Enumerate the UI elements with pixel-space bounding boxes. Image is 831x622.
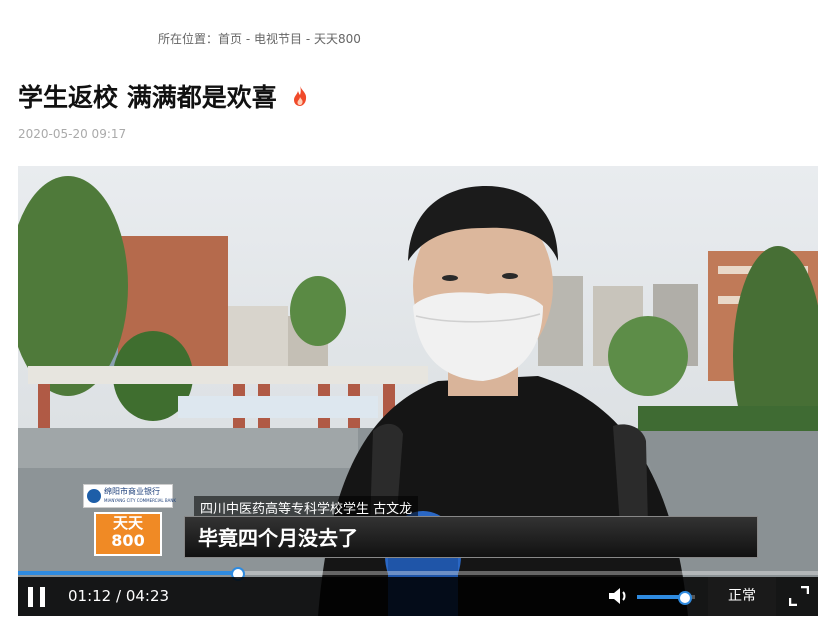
article-title: 学生返校 满满都是欢喜: [18, 83, 277, 112]
publish-datetime: 2020-05-20 09:17: [18, 127, 127, 141]
breadcrumb-home-link[interactable]: 首页: [218, 32, 242, 46]
volume-handle[interactable]: [678, 591, 693, 605]
article-title-row: 学生返校 满满都是欢喜: [18, 78, 309, 114]
time-separator: /: [111, 587, 126, 605]
subtitle-text: 毕竟四个月没去了: [198, 526, 358, 550]
duration: 04:23: [125, 587, 170, 605]
bank-logo-english: MIANYANG CITY COMMERCIAL BANK: [104, 498, 176, 503]
breadcrumb-current-link[interactable]: 天天800: [314, 32, 361, 46]
bank-sponsor-logo: 绵阳市商业银行 MIANYANG CITY COMMERCIAL BANK: [83, 484, 176, 508]
breadcrumb: 所在位置：首页 - 电视节目 - 天天800: [158, 30, 361, 47]
breadcrumb-separator: -: [242, 32, 254, 46]
breadcrumb-section-link[interactable]: 电视节目: [254, 32, 302, 46]
show-logo: 天天 800: [94, 512, 162, 556]
show-logo-number: 800: [111, 531, 145, 550]
flame-icon: [293, 86, 306, 106]
bank-logo-text: 绵阳市商业银行 MIANYANG CITY COMMERCIAL BANK: [104, 487, 176, 505]
bank-logo-name: 绵阳市商业银行: [104, 487, 160, 496]
show-logo-name: 天天: [112, 514, 143, 532]
breadcrumb-separator: -: [302, 32, 314, 46]
current-time: 01:12: [68, 587, 112, 605]
volume-icon[interactable]: [608, 586, 630, 606]
bank-logo-icon: [87, 489, 101, 503]
fullscreen-icon[interactable]: [789, 586, 809, 606]
playback-speed-button[interactable]: 正常: [708, 577, 776, 616]
player-controls: 01:12 / 04:23 正常: [18, 577, 818, 616]
video-player[interactable]: 绵阳市商业银行 MIANYANG CITY COMMERCIAL BANK 天天…: [18, 166, 818, 616]
time-display: 01:12 / 04:23: [68, 587, 169, 605]
breadcrumb-prefix: 所在位置：: [158, 32, 219, 46]
progress-fill: [18, 571, 238, 575]
pause-icon[interactable]: [28, 587, 46, 607]
